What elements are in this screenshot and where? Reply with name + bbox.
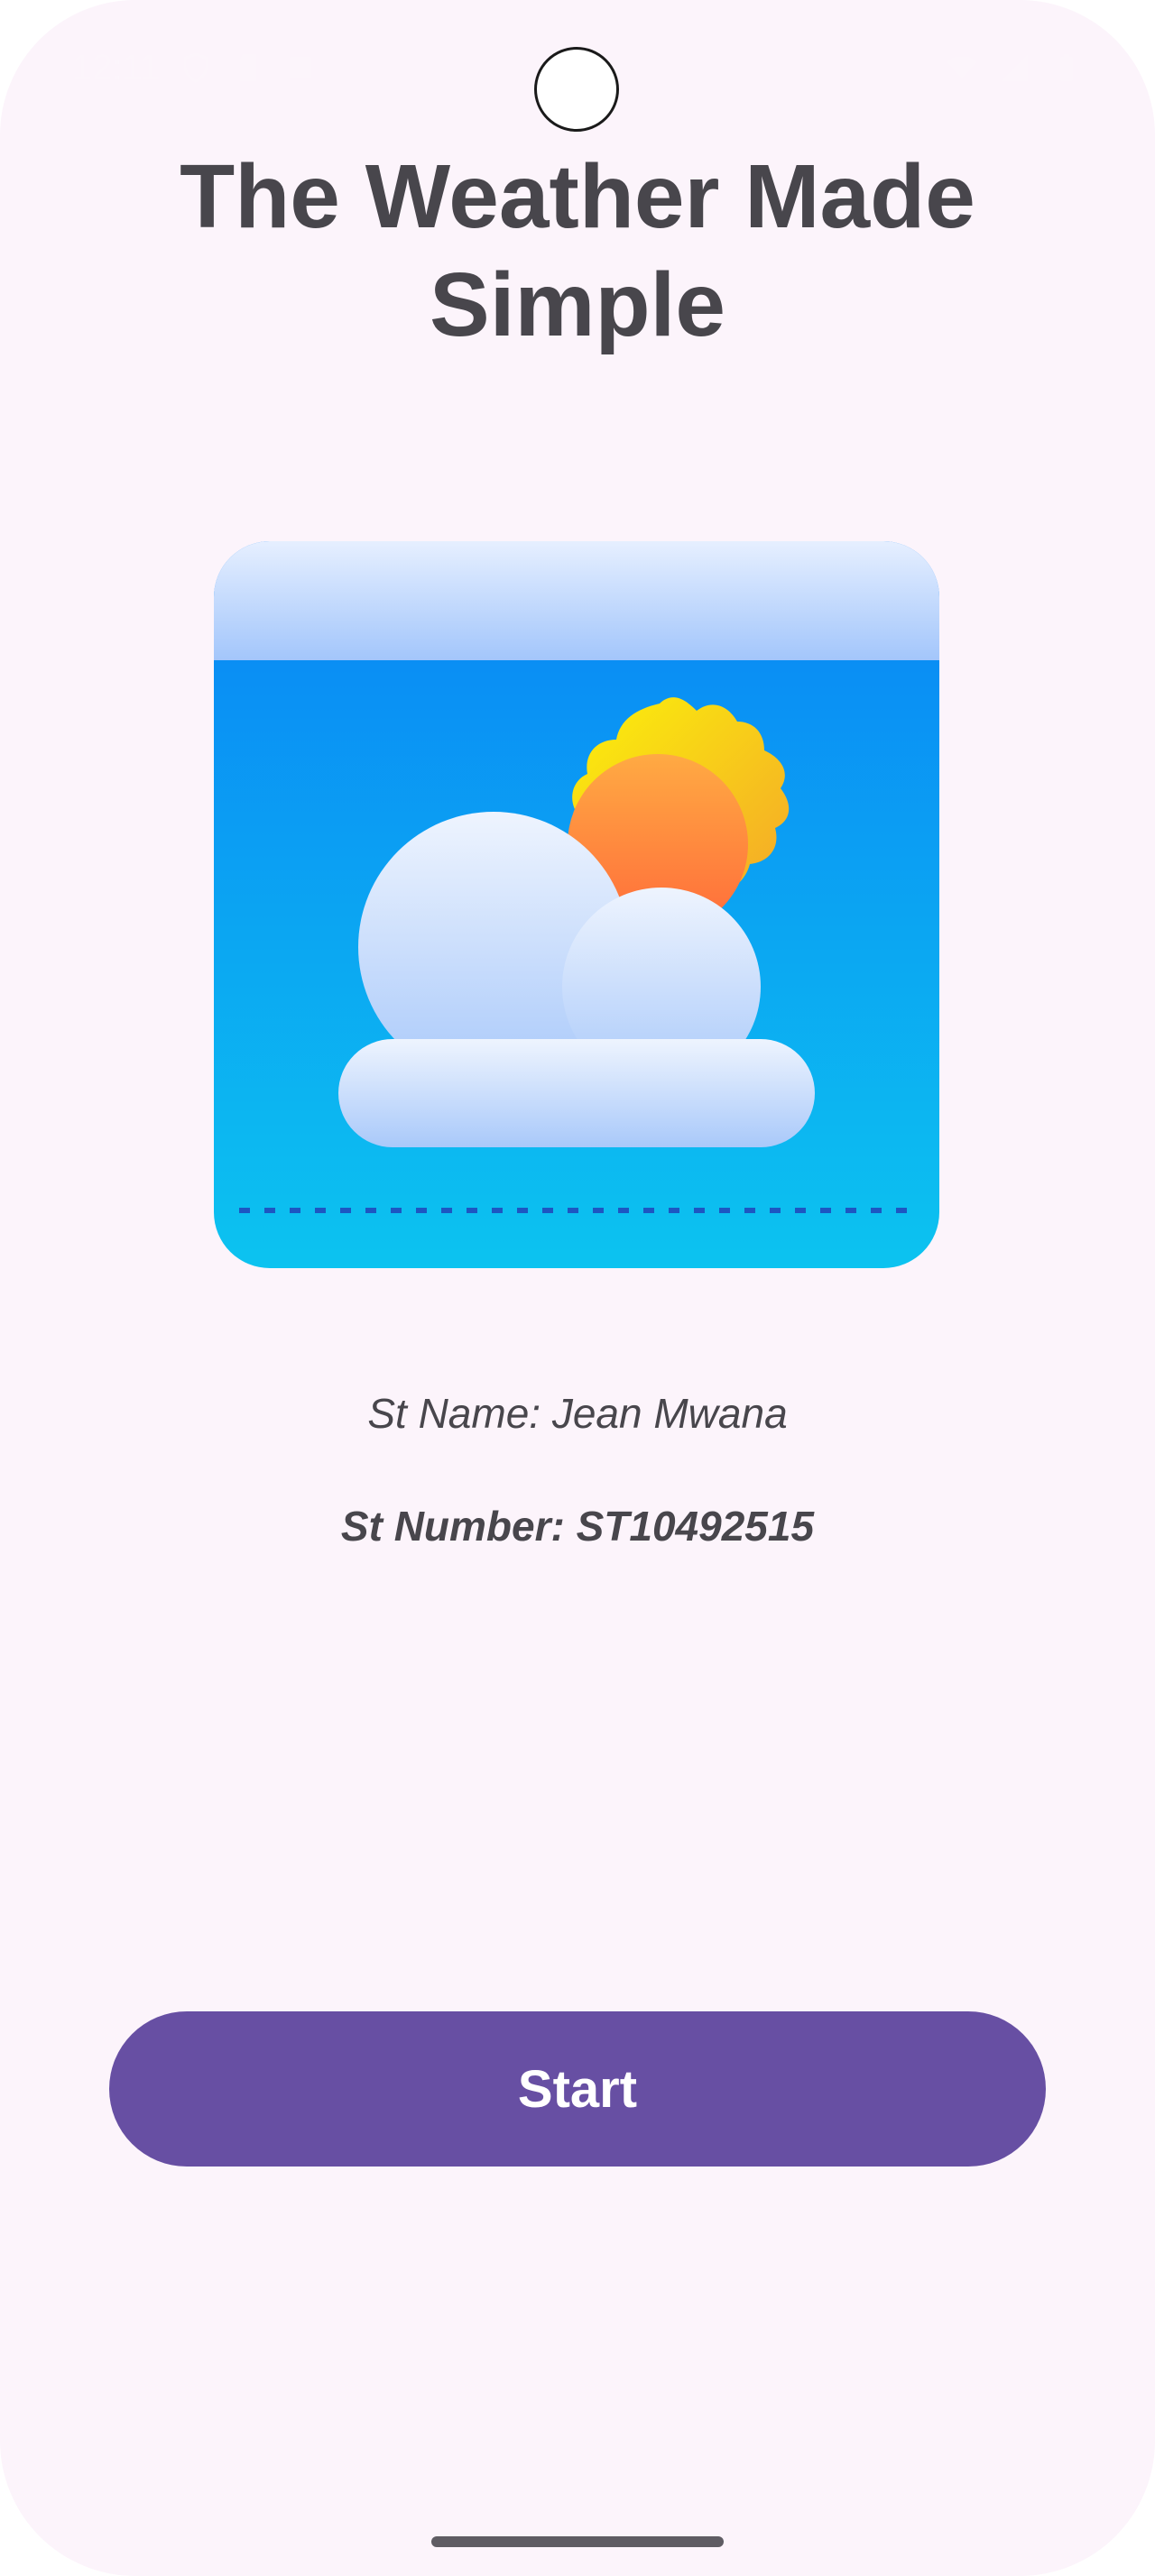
camera-cutout xyxy=(534,47,619,132)
home-indicator[interactable] xyxy=(431,2536,724,2547)
status-bar-right xyxy=(946,51,1083,84)
sd-card-icon xyxy=(240,54,257,81)
status-bar-left: 12:11 xyxy=(72,48,317,88)
student-name: St Name: Jean Mwana xyxy=(367,1390,788,1437)
student-number: St Number: ST10492515 xyxy=(340,1503,815,1550)
wifi-icon xyxy=(947,56,977,78)
square-icon xyxy=(290,57,312,78)
start-button[interactable]: Start xyxy=(109,2011,1046,2167)
app-title: The Weather Made Simple xyxy=(180,146,975,355)
cellular-signal-icon xyxy=(1001,54,1028,81)
phone-screen: 12:11 The Weather Made Simple St Name: J… xyxy=(0,0,1155,2576)
shield-icon xyxy=(183,52,208,83)
weather-partly-cloudy-icon xyxy=(214,541,939,1268)
battery-icon xyxy=(1059,54,1074,81)
status-time: 12:11 xyxy=(72,47,161,87)
